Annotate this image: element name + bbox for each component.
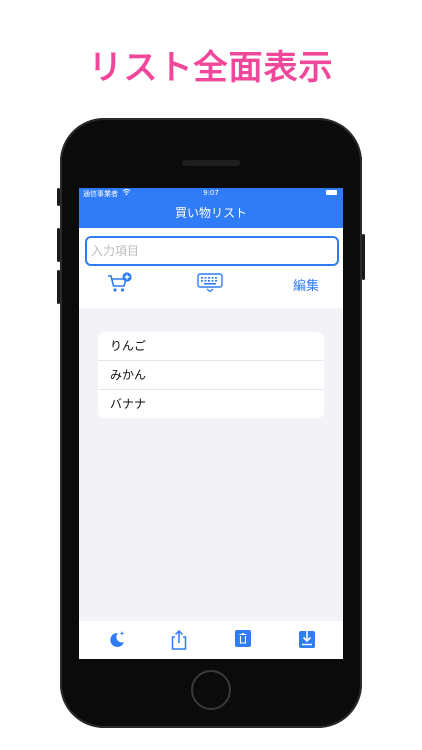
nav-bar: 買い物リスト [79, 198, 343, 228]
dark-mode-icon[interactable] [107, 629, 127, 649]
cart-add-icon[interactable] [107, 272, 133, 294]
edit-button[interactable]: 編集 [293, 275, 319, 294]
trash-icon[interactable] [233, 629, 253, 649]
item-input[interactable]: 入力項目 [85, 236, 339, 266]
status-bar: 通信事業者 9:07 [79, 188, 343, 198]
list-item[interactable]: バナナ [98, 390, 324, 418]
battery-icon [326, 190, 337, 195]
input-area: 入力項目 編集 [79, 228, 343, 308]
home-button[interactable] [191, 670, 231, 710]
shopping-list: りんご みかん バナナ [98, 332, 324, 418]
bottom-toolbar [79, 621, 343, 659]
keyboard-icon[interactable] [197, 273, 223, 293]
power-button [362, 234, 365, 280]
download-icon[interactable] [297, 629, 317, 649]
list-item[interactable]: りんご [98, 332, 324, 361]
earpiece-speaker [182, 160, 240, 166]
volume-down-button [57, 270, 60, 304]
phone-screen: 通信事業者 9:07 買い物リスト 入力項目 編集 りんご みかん バナナ [79, 188, 343, 659]
list-item[interactable]: みかん [98, 361, 324, 390]
phone-frame: 通信事業者 9:07 買い物リスト 入力項目 編集 りんご みかん バナナ [57, 118, 365, 728]
status-time: 9:07 [203, 189, 219, 197]
mute-switch [57, 188, 60, 206]
volume-up-button [57, 228, 60, 262]
nav-title: 買い物リスト [174, 206, 247, 220]
share-icon[interactable] [169, 629, 189, 651]
promo-title: リスト全面表示 [88, 48, 334, 88]
top-toolbar: 編集 [79, 268, 343, 298]
